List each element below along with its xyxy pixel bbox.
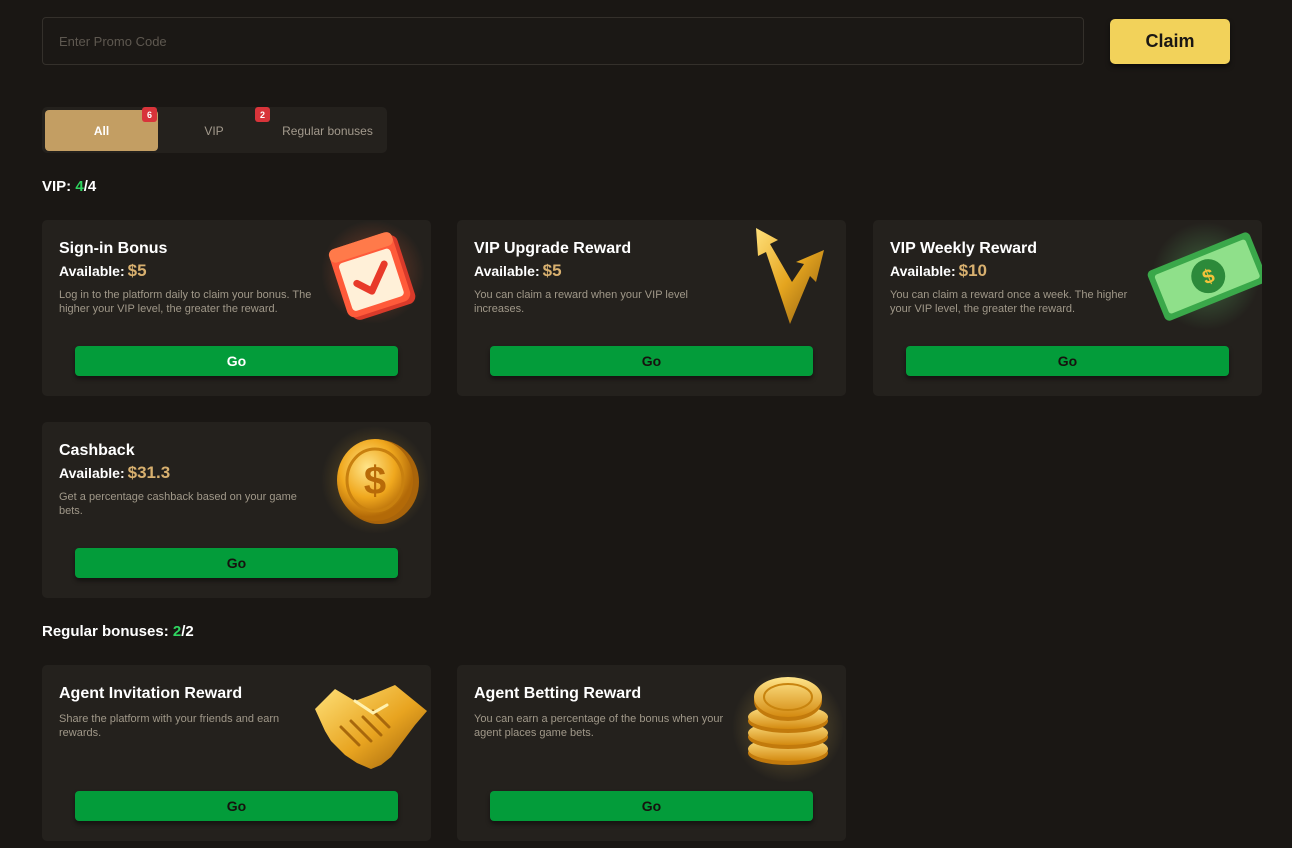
tab-regular-bonuses-label: Regular bonuses: [282, 123, 373, 138]
gold-coin-icon: $: [321, 426, 429, 534]
card-description: You can earn a percentage of the bonus w…: [474, 713, 724, 739]
vip-upgrade-reward-card: VIP Upgrade Reward Available: $5 You can …: [457, 220, 846, 396]
available-row: Available: $5: [59, 261, 147, 281]
handshake-icon: [315, 685, 427, 769]
card-title: VIP Upgrade Reward: [474, 240, 632, 257]
tab-regular-bonuses[interactable]: Regular bonuses: [270, 110, 385, 151]
available-row: Available: $10: [890, 261, 987, 281]
cashback-card: $ Cashback Available: $31.3 Get a percent…: [42, 422, 431, 598]
card-title: Agent Invitation Reward: [59, 685, 243, 702]
available-label: Available:: [474, 263, 540, 279]
tab-vip[interactable]: VIP: [170, 110, 258, 151]
available-label: Available:: [59, 263, 125, 279]
promo-code-input[interactable]: [42, 17, 1084, 65]
claim-button[interactable]: Claim: [1110, 19, 1230, 64]
card-description: Share the platform with your friends and…: [59, 713, 280, 739]
vip-upgrade-reward-go-button[interactable]: Go: [490, 346, 813, 376]
vip-count-total: /4: [83, 178, 97, 195]
regular-count-done: 2: [172, 623, 182, 640]
agent-invitation-reward-card: Agent Invitation Reward Share the platfo…: [42, 665, 431, 841]
available-amount: $31.3: [127, 463, 171, 482]
available-amount: $5: [127, 261, 147, 280]
available-row: Available: $31.3: [59, 463, 170, 483]
vip-section-label: VIP:: [42, 178, 72, 195]
tab-vip-badge: 2: [255, 107, 270, 122]
tab-all-badge: 6: [142, 107, 157, 122]
regular-section-label: Regular bonuses:: [42, 623, 169, 640]
card-description: You can claim a reward once a week. The …: [890, 289, 1128, 315]
available-label: Available:: [890, 263, 956, 279]
coin-stack-icon: [732, 671, 844, 783]
available-amount: $10: [958, 261, 987, 280]
tab-all-label: All: [93, 123, 110, 138]
regular-count-total: /2: [181, 623, 194, 640]
card-description: You can claim a reward when your VIP lev…: [474, 289, 689, 315]
card-description: Get a percentage cashback based on your …: [59, 491, 297, 517]
vip-section-heading: VIP: 4/4: [42, 178, 96, 195]
upgrade-arrow-icon: [756, 228, 824, 324]
cashback-go-button[interactable]: Go: [75, 548, 398, 578]
agent-invitation-reward-go-button[interactable]: Go: [75, 791, 398, 821]
card-title: Cashback: [59, 442, 135, 459]
vip-weekly-reward-go-button[interactable]: Go: [906, 346, 1229, 376]
tab-vip-label: VIP: [204, 123, 224, 138]
sign-in-bonus-go-button[interactable]: Go: [75, 346, 398, 376]
card-title: Sign-in Bonus: [59, 240, 168, 257]
bonus-tabs: All 6 VIP 2 Regular bonuses: [42, 107, 387, 153]
sign-in-bonus-card: Sign-in Bonus Available: $5 Log in to the…: [42, 220, 431, 396]
agent-betting-reward-go-button[interactable]: Go: [490, 791, 813, 821]
card-title: VIP Weekly Reward: [890, 240, 1038, 257]
regular-section-heading: Regular bonuses: 2/2: [42, 623, 194, 640]
available-row: Available: $5: [474, 261, 562, 281]
vip-count-done: 4: [75, 178, 84, 195]
available-amount: $5: [542, 261, 562, 280]
card-title: Agent Betting Reward: [474, 685, 642, 702]
agent-betting-reward-card: Agent Betting Reward You can earn a perc…: [457, 665, 846, 841]
available-label: Available:: [59, 465, 125, 481]
svg-text:$: $: [364, 459, 386, 503]
calendar-check-icon: [321, 220, 425, 324]
card-description: Log in to the platform daily to claim yo…: [59, 289, 312, 315]
cash-banknote-icon: $: [1147, 222, 1262, 330]
vip-weekly-reward-card: $ VIP Weekly Reward Available: $10 You ca…: [873, 220, 1262, 396]
